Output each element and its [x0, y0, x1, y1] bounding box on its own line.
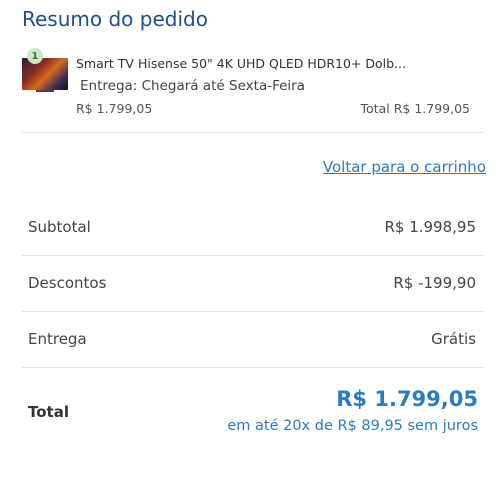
total-value: R$ 1.799,05 [336, 387, 478, 411]
discount-row: Descontos R$ -199,90 [22, 255, 484, 312]
discount-value: R$ -199,90 [393, 274, 476, 292]
installments-info: em até 20x de R$ 89,95 sem juros [227, 418, 478, 434]
back-to-cart-link[interactable]: Voltar para o carrinho [323, 158, 486, 176]
total-label: Total [28, 403, 69, 421]
subtotal-row: Subtotal R$ 1.998,95 [22, 199, 484, 256]
item-unit-price: R$ 1.799,05 [76, 101, 153, 116]
discount-label: Descontos [28, 274, 107, 292]
product-thumbnail[interactable] [22, 58, 68, 90]
shipping-label: Entrega [28, 330, 87, 348]
item-name[interactable]: Smart TV Hisense 50" 4K UHD QLED HDR10+ … [76, 56, 476, 71]
subtotal-value: R$ 1.998,95 [384, 218, 476, 236]
thumbnail-stand [36, 90, 54, 92]
order-summary-title: Resumo do pedido [22, 7, 208, 31]
cart-item: 1 Smart TV Hisense 50" 4K UHD QLED HDR10… [22, 44, 484, 133]
quantity-badge: 1 [27, 48, 43, 64]
item-delivery-info: Entrega: Chegará até Sexta-Feira [80, 78, 305, 94]
shipping-value: Grátis [431, 330, 476, 348]
subtotal-label: Subtotal [28, 218, 91, 236]
item-total-price: Total R$ 1.799,05 [360, 101, 470, 116]
shipping-row: Entrega Grátis [22, 311, 484, 368]
